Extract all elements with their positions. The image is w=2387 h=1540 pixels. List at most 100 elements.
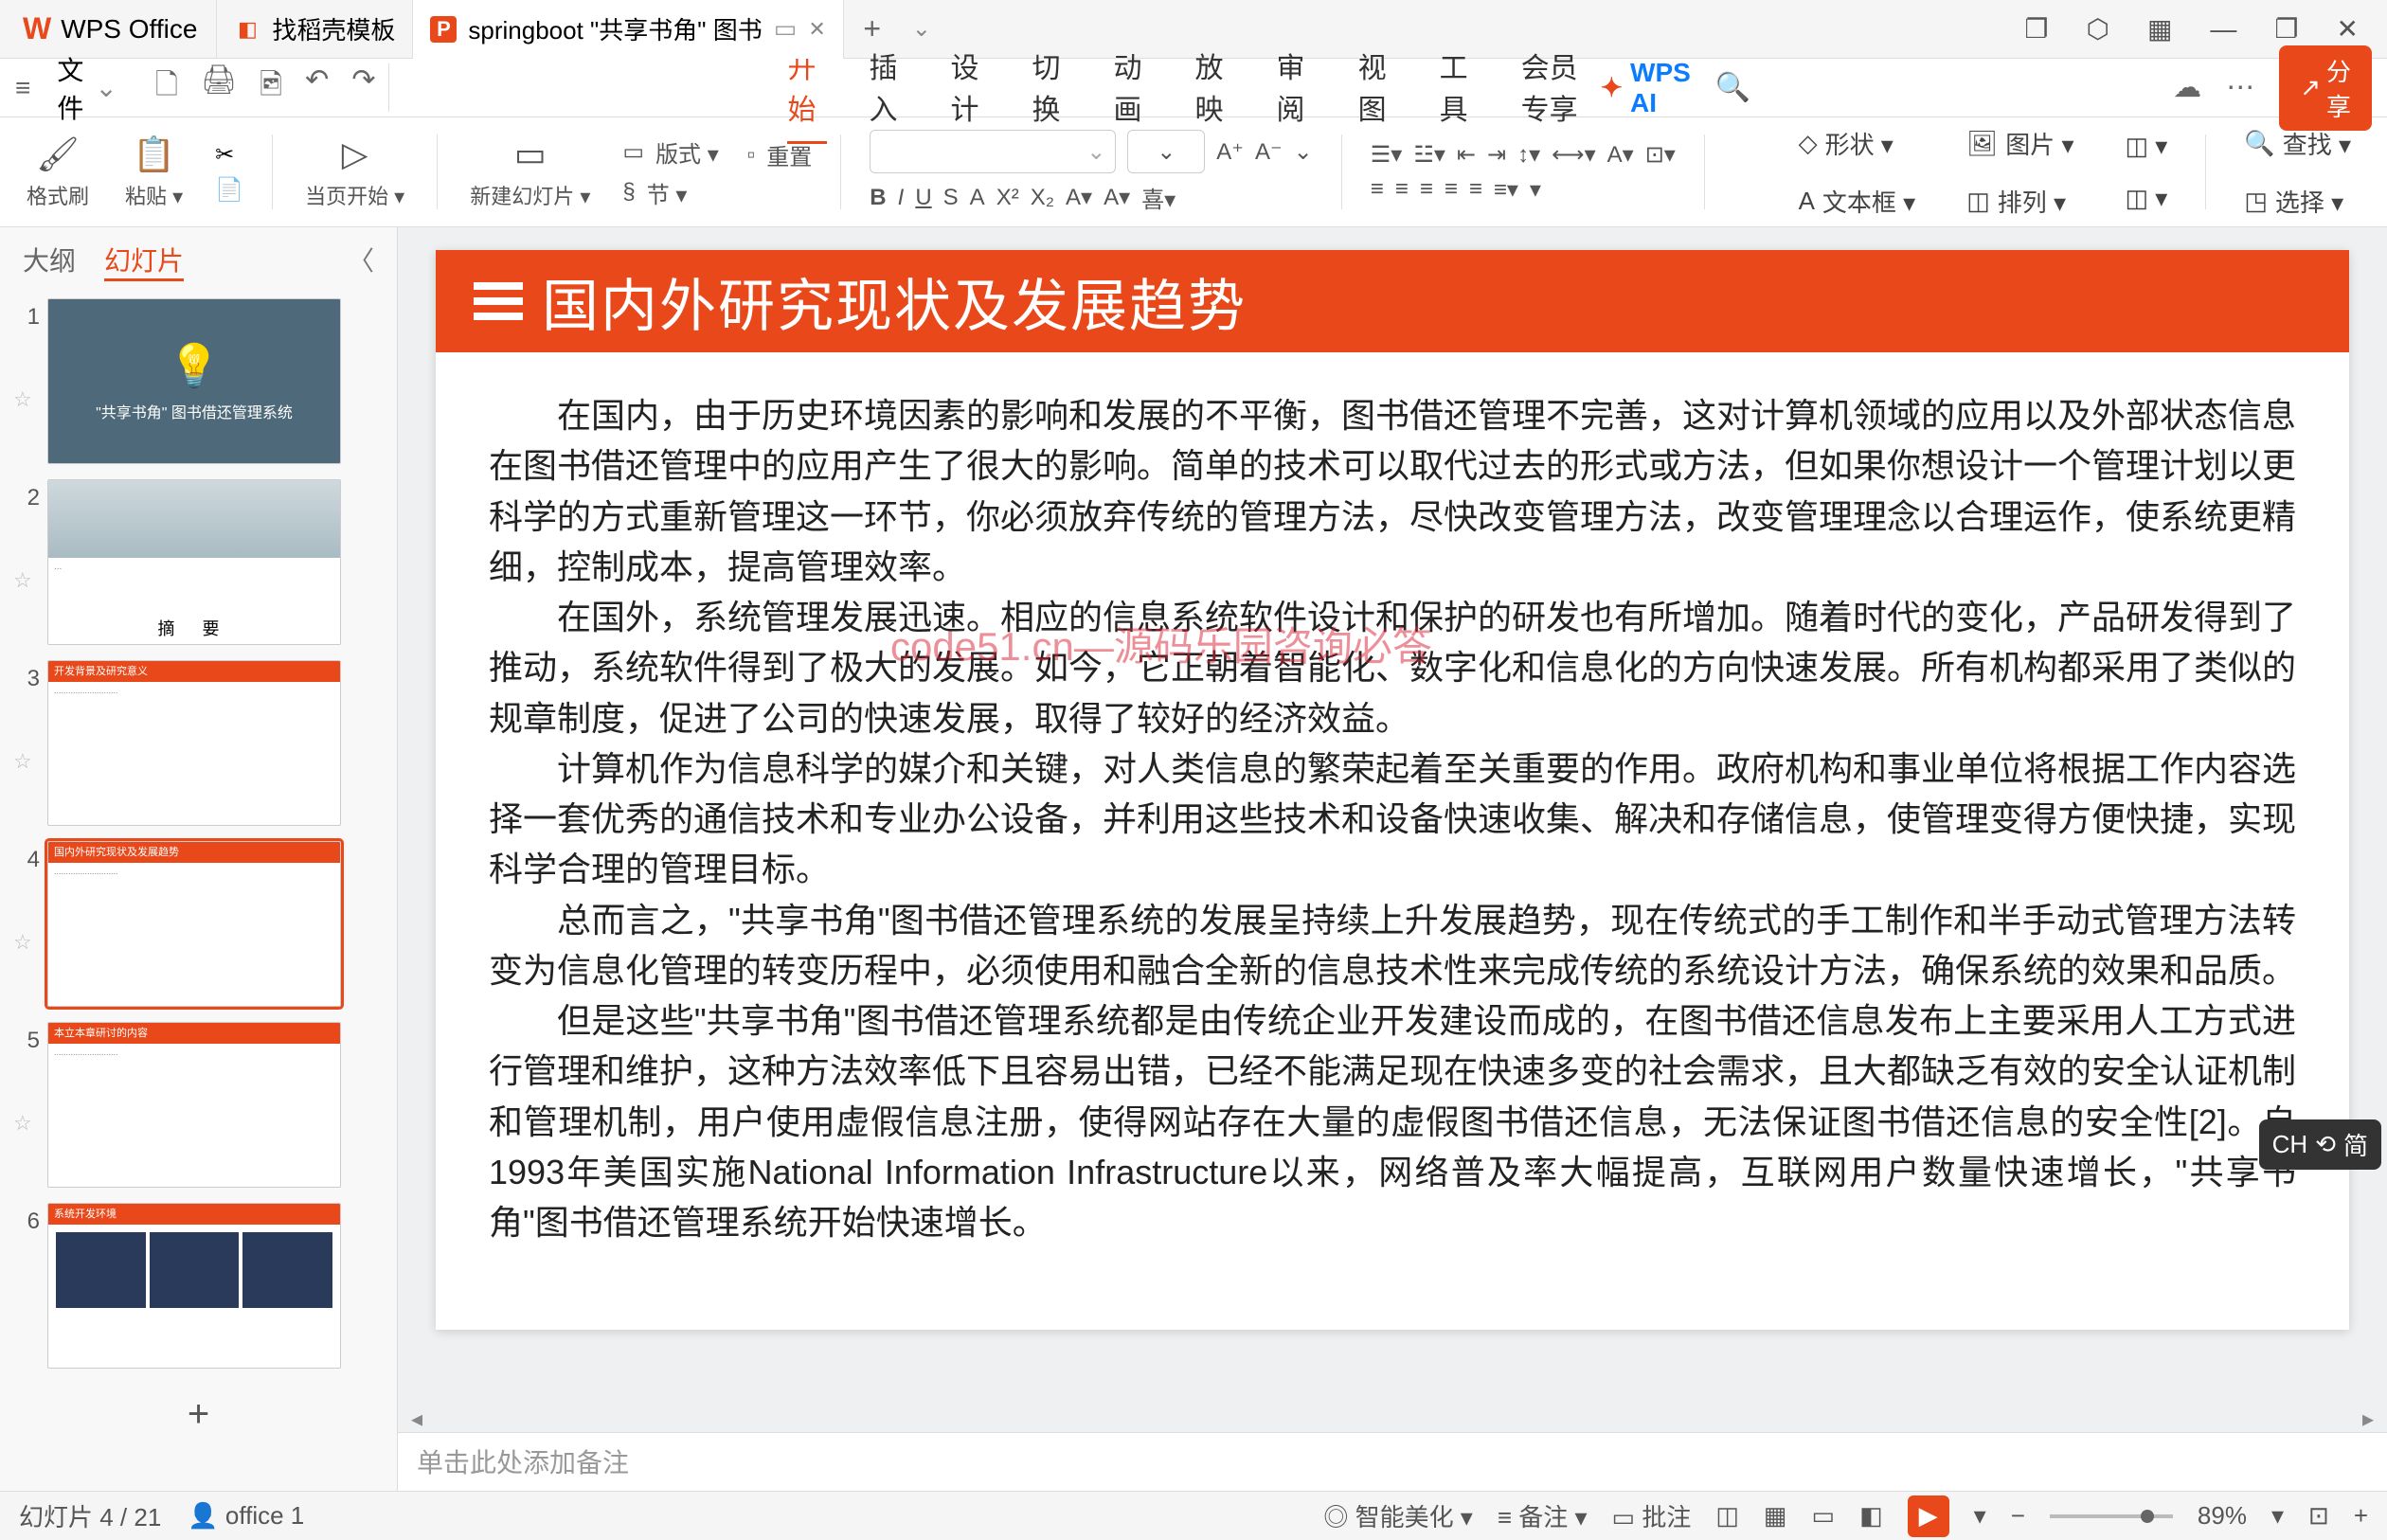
thumb-2[interactable]: 2☆ ...摘 要 (13, 479, 384, 645)
wps-ai-button[interactable]: ✦WPS AI (1601, 58, 1691, 118)
more-icon[interactable]: ⋯ (2226, 71, 2254, 104)
layout-icon[interactable]: ▭ (622, 138, 644, 166)
restore-icon[interactable]: ❐ (2024, 13, 2048, 45)
paragraph[interactable]: 在国内，由于历史环境因素的影响和发展的不平衡，图书借还管理不完善，这对计算机领域… (489, 390, 2296, 592)
view-normal-icon[interactable]: ◫ (1715, 1501, 1739, 1531)
thumb-4[interactable]: 4☆ 国内外研究现状及发展趋势.........................… (13, 841, 384, 1007)
columns-icon[interactable]: ⊡▾ (1645, 141, 1676, 169)
textbox-button[interactable]: A 文本框 ▾ (1786, 176, 1929, 226)
subscript-icon[interactable]: X₂ (1031, 185, 1054, 211)
paragraph[interactable]: 总而言之，"共享书角"图书借还管理系统的发展呈持续上升发展趋势，现在传统式的手工… (489, 895, 2296, 996)
paste-button[interactable]: 📋粘贴 ▾ (116, 125, 192, 219)
fit-icon[interactable]: ⊡ (2308, 1501, 2329, 1531)
font-family-select[interactable]: ⌄ (870, 130, 1116, 173)
slide-body[interactable]: code51.cn—源码乐园咨询必答 在国内，由于历史环境因素的影响和发展的不平… (436, 352, 2349, 1286)
thumb-3[interactable]: 3☆ 开发背景及研究意义........................... (13, 660, 384, 826)
file-menu[interactable]: 文件 ⌄ (47, 50, 137, 126)
align-center-icon[interactable]: ≡ (1395, 176, 1409, 203)
star-icon[interactable]: ☆ (13, 873, 40, 955)
bullets-icon[interactable]: ☰▾ (1371, 141, 1403, 169)
slide-canvas[interactable]: 国内外研究现状及发展趋势 code51.cn—源码乐园咨询必答 在国内，由于历史… (436, 250, 2349, 1330)
para-more-icon[interactable]: ▾ (1530, 176, 1541, 204)
style-dropdown2[interactable]: ◫ ▾ (2112, 176, 2181, 221)
horizontal-scrollbar[interactable]: ◂▸ (398, 1406, 2387, 1432)
zoom-dropdown[interactable]: ▾ (2271, 1501, 2284, 1531)
print-preview-icon[interactable]: 🖻 (260, 63, 282, 112)
ime-indicator[interactable]: CH ⟲ 简 (2259, 1119, 2381, 1170)
thumbnails-list[interactable]: 1☆ 💡"共享书角" 图书借还管理系统 2☆ ...摘 要 3☆ 开发背景及研究… (0, 291, 397, 1491)
close-window-icon[interactable]: ✕ (2337, 13, 2359, 45)
zoom-out[interactable]: − (2011, 1501, 2025, 1531)
image-button[interactable]: 🖼 图片 ▾ (1953, 118, 2087, 169)
add-slide-button[interactable]: + (13, 1384, 384, 1445)
menu-hamburger-icon[interactable]: ≡ (15, 73, 30, 103)
start-from-current[interactable]: ▷当页开始 ▾ (296, 125, 414, 219)
view-reading-icon[interactable]: ▭ (1812, 1501, 1836, 1531)
highlight-icon[interactable]: A▾ (1104, 184, 1130, 211)
avatar-icon[interactable]: ▦ (2147, 13, 2172, 45)
thumb-1[interactable]: 1☆ 💡"共享书角" 图书借还管理系统 (13, 298, 384, 464)
numbering-icon[interactable]: ☳▾ (1413, 141, 1445, 169)
line-spacing-icon[interactable]: ↕▾ (1517, 141, 1540, 169)
arrange-button[interactable]: ◫ 排列 ▾ (1953, 176, 2087, 226)
font-size-select[interactable]: ⌄ (1127, 130, 1205, 173)
align-dist-icon[interactable]: ≡ (1469, 176, 1482, 203)
close-icon[interactable]: ✕ (808, 17, 825, 42)
decrease-font-icon[interactable]: A⁻ (1255, 138, 1283, 166)
undo-icon[interactable]: ↶ (305, 63, 329, 112)
star-icon[interactable]: ☆ (13, 1054, 40, 1136)
collapse-panel-icon[interactable]: 〈 (348, 241, 374, 281)
align-justify-icon[interactable]: ≡ (1445, 176, 1458, 203)
tab-templates[interactable]: ◧ 找稻壳模板 (217, 0, 413, 59)
increase-font-icon[interactable]: A⁺ (1216, 138, 1244, 166)
select-button[interactable]: ◳ 选择 ▾ (2231, 176, 2364, 226)
find-button[interactable]: 🔍 查找 ▾ (2231, 118, 2364, 169)
font-color-icon[interactable]: A▾ (1066, 184, 1092, 211)
star-icon[interactable]: ☆ (13, 692, 40, 774)
tab-outline[interactable]: 大纲 (23, 241, 76, 281)
tab-document-active[interactable]: P springboot "共享书角" 图书 ▭ ✕ (413, 0, 843, 59)
font-a-icon[interactable]: A (970, 185, 985, 211)
clear-format-icon[interactable]: ⌄ (1294, 138, 1313, 166)
cut-icon[interactable]: ✂ (215, 141, 243, 169)
layout-label[interactable]: 版式 ▾ (655, 135, 719, 169)
indent-inc-icon[interactable]: ⇥ (1487, 141, 1506, 169)
italic-icon[interactable]: I (898, 185, 905, 211)
paragraph[interactable]: 在国外，系统管理发展迅速。相应的信息系统软件设计和保护的研发也有所增加。随着时代… (489, 592, 2296, 743)
reset-label[interactable]: 重置 (766, 138, 812, 171)
new-slide[interactable]: ▭新建幻灯片 ▾ (460, 125, 600, 219)
indent-dec-icon[interactable]: ⇤ (1457, 141, 1476, 169)
underline-icon[interactable]: U (915, 185, 931, 211)
office-indicator[interactable]: 👤 office 1 (188, 1501, 304, 1531)
char-spacing-icon[interactable]: 喜▾ (1141, 181, 1176, 214)
star-icon[interactable]: ☆ (13, 331, 40, 412)
strike-icon[interactable]: S (943, 185, 959, 211)
canvas-viewport[interactable]: 国内外研究现状及发展趋势 code51.cn—源码乐园咨询必答 在国内，由于历史… (398, 227, 2387, 1406)
star-icon[interactable]: ☆ (13, 511, 40, 593)
print-icon[interactable]: 🖨 (201, 63, 237, 112)
section-label[interactable]: 节 ▾ (647, 176, 688, 209)
zoom-in[interactable]: + (2354, 1501, 2368, 1531)
text-dir-icon[interactable]: ⟷▾ (1552, 141, 1595, 169)
format-painter[interactable]: 🖌格式刷 (17, 125, 99, 219)
thumb-5[interactable]: 5☆ 本立本章研讨的内容........................... (13, 1022, 384, 1188)
slideshow-button[interactable]: ▶ (1908, 1495, 1949, 1537)
reset-icon[interactable]: ▫ (747, 142, 756, 169)
play-icon[interactable]: ▭ (774, 14, 798, 44)
view-outline-icon[interactable]: ◧ (1859, 1501, 1883, 1531)
slideshow-dropdown[interactable]: ▾ (1974, 1501, 1986, 1531)
comments-toggle[interactable]: ▭ 批注 (1612, 1498, 1692, 1533)
zoom-slider[interactable] (2050, 1514, 2173, 1518)
section-icon[interactable]: § (622, 179, 635, 206)
paragraph[interactable]: 但是这些"共享书角"图书借还管理系统都是由传统企业开发建设而成的，在图书借还信息… (489, 995, 2296, 1247)
zoom-label[interactable]: 89% (2198, 1501, 2247, 1531)
new-doc-icon[interactable]: 🗋 (155, 63, 178, 112)
align-right-icon[interactable]: ≡ (1420, 176, 1433, 203)
indent-icon[interactable]: ≡▾ (1494, 176, 1518, 204)
redo-icon[interactable]: ↷ (351, 63, 375, 112)
tab-thumbnails[interactable]: 幻灯片 (104, 241, 184, 281)
thumb-6[interactable]: 6 系统开发环境 (13, 1203, 384, 1369)
bold-icon[interactable]: B (870, 185, 886, 211)
cloud-icon[interactable]: ☁ (2173, 71, 2201, 104)
style-dropdown[interactable]: ◫ ▾ (2112, 124, 2181, 169)
